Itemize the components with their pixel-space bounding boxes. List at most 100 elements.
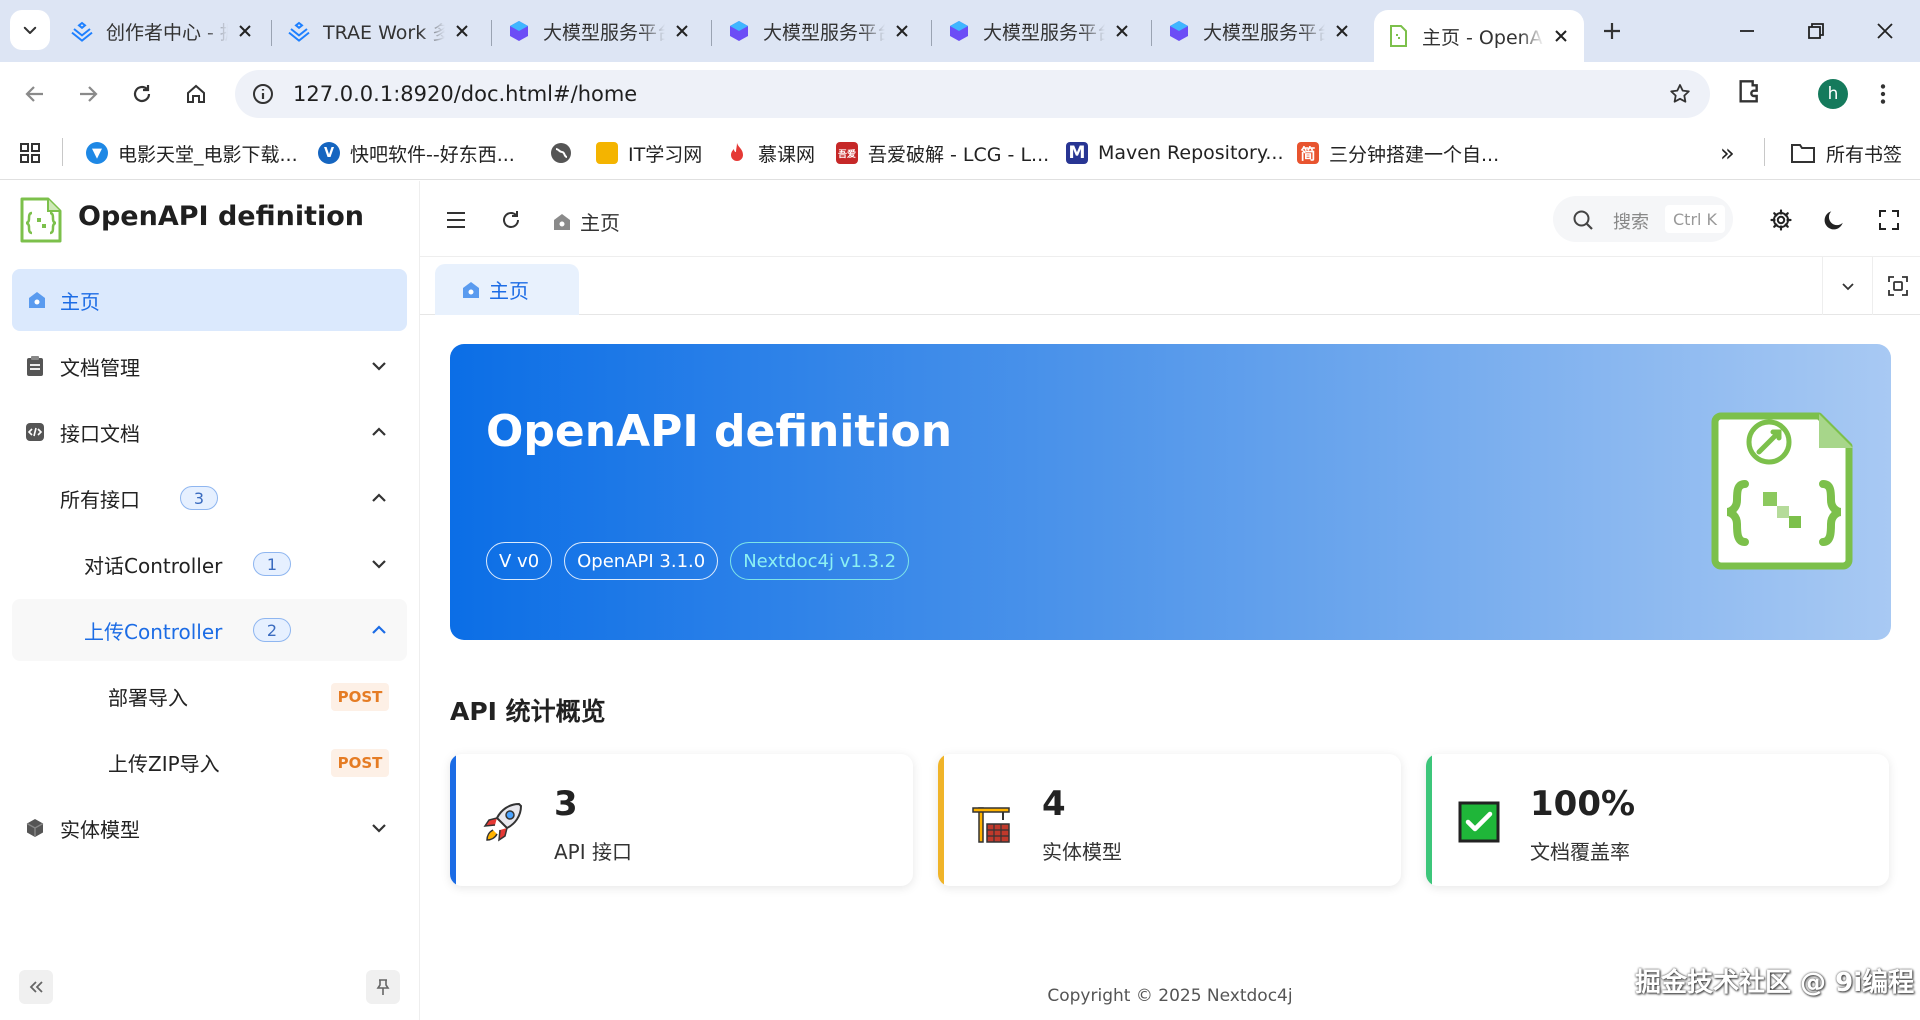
settings-button[interactable]	[1767, 206, 1795, 234]
apps-button[interactable]	[18, 138, 42, 168]
stat-label: 文档覆盖率	[1530, 840, 1630, 864]
stat-label: API 接口	[554, 840, 632, 864]
back-button[interactable]	[17, 76, 53, 112]
close-icon[interactable]	[234, 20, 256, 42]
browser-tab[interactable]: 大模型服务平台百炼	[1155, 10, 1365, 52]
rocket-icon	[480, 799, 526, 845]
juejin-icon	[71, 21, 93, 42]
sidebar-item-api-docs[interactable]: 接口文档	[12, 401, 407, 463]
chevron-up-icon	[372, 625, 386, 634]
focus-mode-button[interactable]	[1872, 257, 1920, 315]
stat-card-entities: 4 实体模型	[938, 754, 1401, 886]
chevron-up-icon	[372, 493, 386, 502]
home-button[interactable]	[178, 76, 214, 112]
tab-search-button[interactable]	[10, 10, 50, 50]
bookmark-item[interactable]: 吾爱 吾爱破解 - LCG - L...	[836, 138, 1049, 168]
tabs-dropdown-button[interactable]	[1822, 257, 1872, 315]
bookmark-item[interactable]: M Maven Repository...	[1066, 138, 1284, 168]
new-tab-button[interactable]	[1595, 14, 1629, 48]
breadcrumb-item[interactable]: 主页	[580, 207, 620, 236]
reload-icon	[503, 211, 519, 228]
api-doc-icon	[1711, 412, 1853, 570]
close-icon[interactable]	[891, 20, 913, 42]
hamburger-icon	[447, 212, 465, 228]
card-accent	[1426, 754, 1432, 886]
restore-icon	[1808, 23, 1824, 39]
bookmark-favicon: M	[1066, 142, 1088, 164]
reload-icon	[133, 85, 151, 103]
watermark: 掘金技术社区 @ 9i编程	[1635, 968, 1915, 998]
stat-value: 3	[554, 784, 578, 824]
sidebar-item-home[interactable]: 主页	[12, 269, 407, 331]
bookmark-label: IT学习网	[628, 143, 703, 166]
sidebar-item-doc-management[interactable]: 文档管理	[12, 335, 407, 397]
search-icon	[1573, 210, 1593, 230]
fullscreen-icon	[1879, 210, 1899, 230]
openapi-icon	[1390, 25, 1407, 47]
browser-tab-active[interactable]: 主页 - OpenAPI definition	[1374, 10, 1584, 62]
tab-label: 主页	[489, 279, 529, 303]
bookmark-favicon: ▼	[86, 142, 108, 164]
collapse-sidebar-button[interactable]	[19, 970, 53, 1004]
tab-title: 大模型服务平台百炼	[543, 21, 665, 44]
bookmark-item[interactable]: IT学习网	[596, 138, 702, 168]
chevron-down-icon	[23, 26, 37, 34]
tab-home[interactable]: 主页	[435, 264, 579, 315]
browser-tab[interactable]: 创作者中心 - 掘金	[58, 10, 268, 52]
site-info-icon[interactable]	[251, 82, 275, 106]
address-bar[interactable]: 127.0.0.1:8920/doc.html#/home	[235, 70, 1710, 118]
sidebar-item-deploy-import[interactable]: 部署导入 POST	[12, 665, 407, 727]
bookmark-label: 快吧软件--好东西...	[350, 143, 515, 166]
all-bookmarks-button[interactable]: 所有书签	[1790, 138, 1902, 168]
moon-icon	[1824, 211, 1843, 230]
browser-tab[interactable]: 大模型服务平台百炼	[495, 10, 705, 52]
browser-tab[interactable]: 大模型服务平台百炼	[935, 10, 1145, 52]
bookmark-item[interactable]: 简 三分钟搭建一个自...	[1297, 138, 1499, 168]
bookmark-item[interactable]	[549, 138, 573, 168]
fullscreen-button[interactable]	[1875, 206, 1903, 234]
refresh-button[interactable]	[497, 206, 525, 234]
restore-button[interactable]	[1796, 14, 1836, 48]
bookmark-item[interactable]: V 快吧软件--好东西...	[318, 138, 515, 168]
url-text[interactable]: 127.0.0.1:8920/doc.html#/home	[293, 82, 637, 106]
close-icon[interactable]	[451, 20, 473, 42]
extensions-icon[interactable]	[1734, 76, 1766, 108]
openapi-version-tag: OpenAPI 3.1.0	[564, 542, 719, 580]
sidebar-item-upload-zip-import[interactable]: 上传ZIP导入 POST	[12, 731, 407, 793]
pin-sidebar-button[interactable]	[366, 970, 400, 1004]
bookmark-star-icon[interactable]	[1668, 82, 1692, 106]
bookmark-item[interactable]: ▼ 电影天堂_电影下载...	[86, 138, 298, 168]
bookmark-item[interactable]: 慕课网	[726, 138, 815, 168]
sidebar-item-all-apis[interactable]: 所有接口 3	[12, 467, 407, 529]
theme-toggle-button[interactable]	[1820, 206, 1848, 234]
bookmarks-overflow-button[interactable]: »	[1720, 138, 1735, 168]
sidebar-item-upload-controller[interactable]: 上传Controller 2	[12, 599, 407, 661]
profile-avatar[interactable]: h	[1818, 79, 1848, 109]
sidebar-item-label: 所有接口	[60, 487, 140, 512]
close-icon[interactable]	[671, 20, 693, 42]
close-window-button[interactable]	[1865, 14, 1905, 48]
method-badge: POST	[331, 749, 389, 777]
tab-title: TRAE Work 多智能体	[323, 21, 445, 44]
stat-value: 100%	[1530, 784, 1636, 824]
sidebar-item-entity-model[interactable]: 实体模型	[12, 797, 407, 859]
reload-button[interactable]	[124, 76, 160, 112]
hero-tags: V v0 OpenAPI 3.1.0 Nextdoc4j v1.3.2	[486, 542, 910, 580]
chevron-up-icon	[372, 427, 386, 436]
double-chevron-left-icon	[29, 981, 43, 993]
close-icon[interactable]	[1111, 20, 1133, 42]
minimize-button[interactable]	[1727, 14, 1767, 48]
sidebar-item-chat-controller[interactable]: 对话Controller 1	[12, 533, 407, 595]
close-icon[interactable]	[1550, 25, 1572, 47]
more-vert-icon[interactable]	[1870, 80, 1896, 108]
close-icon[interactable]	[1331, 20, 1353, 42]
browser-tab[interactable]: TRAE Work 多智能体	[275, 10, 485, 52]
tab-title: 大模型服务平台百炼	[1203, 21, 1325, 44]
search-box[interactable]: 搜索 Ctrl K	[1553, 196, 1733, 242]
sidebar-item-label: 部署导入	[108, 685, 188, 710]
forward-button[interactable]	[70, 76, 106, 112]
app-header: 主页 搜索 Ctrl K	[420, 181, 1920, 257]
menu-toggle-button[interactable]	[442, 206, 470, 234]
hero-title: OpenAPI definition	[486, 406, 953, 457]
browser-tab[interactable]: 大模型服务平台百炼	[715, 10, 925, 52]
